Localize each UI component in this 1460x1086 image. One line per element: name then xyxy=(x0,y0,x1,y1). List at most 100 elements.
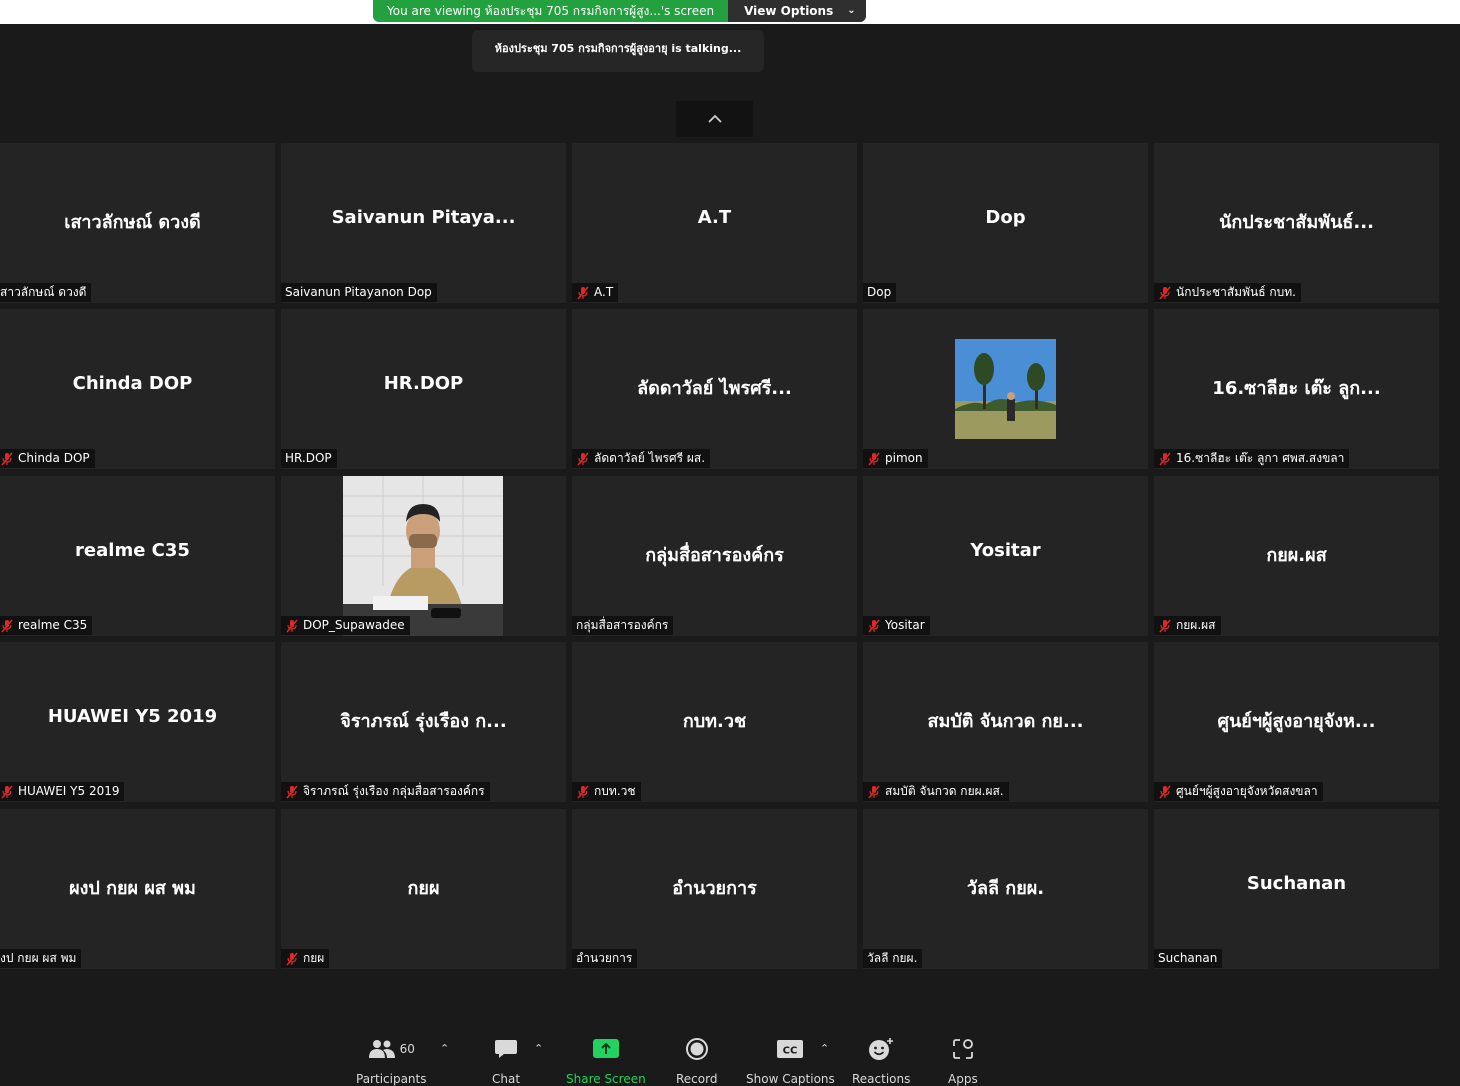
participant-name-display: กลุ่มสื่อสารองค์กร xyxy=(645,545,784,566)
talking-notice: ห้องประชุม 705 กรมกิจการผู้สูงอายุ is ta… xyxy=(472,30,764,72)
participant-name-display: วัลลี กยผ. xyxy=(966,878,1045,899)
participant-tile[interactable]: กบท.วช กบท.วช xyxy=(572,642,857,802)
muted-mic-icon xyxy=(1,785,13,798)
captions-options-caret[interactable]: ⌃ xyxy=(820,1042,829,1055)
participant-tile[interactable]: HR.DOP HR.DOP xyxy=(281,309,566,469)
record-button[interactable]: Record xyxy=(676,1036,717,1086)
muted-mic-icon xyxy=(1159,452,1171,465)
muted-mic-icon xyxy=(577,785,589,798)
participants-count: 60 xyxy=(399,1042,415,1056)
participant-name-label: Saivanun Pitayanon Dop xyxy=(281,283,437,302)
participant-tile[interactable]: Yositar Yositar xyxy=(863,476,1148,636)
participant-tile[interactable]: DOP_Supawadee xyxy=(281,476,566,636)
cc-text: CC xyxy=(783,1046,798,1057)
participant-tile[interactable]: กยผ.ผส กยผ.ผส xyxy=(1154,476,1439,636)
participant-name-display: กยผ xyxy=(407,878,440,899)
participant-name-text: Chinda DOP xyxy=(18,451,90,465)
muted-mic-icon xyxy=(286,952,298,965)
apps-button[interactable]: Apps xyxy=(948,1036,978,1086)
participant-name-label: Yositar xyxy=(863,616,930,635)
participant-name-display: HR.DOP xyxy=(383,373,464,394)
participant-tile[interactable]: อำนวยการ อำนวยการ xyxy=(572,809,857,969)
view-options-button[interactable]: View Options ⌄ xyxy=(728,0,866,22)
participant-name-label: งป กยผ ผส พม xyxy=(0,949,82,968)
participant-tile[interactable]: HUAWEI Y5 2019 HUAWEI Y5 2019 xyxy=(0,642,275,802)
muted-mic-icon xyxy=(1159,619,1171,632)
participant-name-text: HUAWEI Y5 2019 xyxy=(18,784,120,798)
participants-button[interactable]: 60 Participants xyxy=(356,1036,427,1086)
participant-name-label: กบท.วช xyxy=(572,782,641,801)
participant-name-label: ลัดดาวัลย์ ไพรศรี ผส. xyxy=(572,449,711,468)
viewing-screen-text: You are viewing ห้องประชุม 705 กรมกิจการ… xyxy=(373,0,729,22)
participants-options-caret[interactable]: ⌃ xyxy=(440,1042,449,1055)
participant-name-label: 16.ซาลีฮะ เต๊ะ ลูกา ศพส.สงขลา xyxy=(1154,449,1350,468)
participant-name-display: 16.ซาลีฮะ เต๊ะ ลูก... xyxy=(1212,378,1381,399)
participant-name-display: กยผ.ผส xyxy=(1266,545,1327,566)
participant-name-text: realme C35 xyxy=(18,618,88,632)
participant-name-display: Suchanan xyxy=(1246,873,1347,894)
participant-name-display: ศูนย์ฯผู้สูงอายุจังห... xyxy=(1217,711,1376,732)
muted-mic-icon xyxy=(1159,785,1171,798)
reactions-button[interactable]: Reactions xyxy=(852,1036,910,1086)
chat-button[interactable]: Chat xyxy=(492,1036,520,1086)
participant-name-label: pimon xyxy=(863,449,928,468)
participant-tile[interactable]: 16.ซาลีฮะ เต๊ะ ลูก... 16.ซาลีฮะ เต๊ะ ลูกา… xyxy=(1154,309,1439,469)
muted-mic-icon xyxy=(577,286,589,299)
participant-name-label: นักประชาสัมพันธ์ กบท. xyxy=(1154,283,1301,302)
participant-tile[interactable]: ลัดดาวัลย์ ไพรศรี... ลัดดาวัลย์ ไพรศรี ผส… xyxy=(572,309,857,469)
apps-icon xyxy=(952,1039,973,1059)
participant-name-text: กยผ.ผส xyxy=(1176,618,1216,632)
participant-name-text: นักประชาสัมพันธ์ กบท. xyxy=(1176,285,1296,299)
participant-tile[interactable]: Chinda DOP Chinda DOP xyxy=(0,309,275,469)
participant-name-text: ลัดดาวัลย์ ไพรศรี ผส. xyxy=(594,451,706,465)
participant-name-text: สมบัติ จันกวด กยผ.ผส. xyxy=(885,784,1004,798)
share-screen-button[interactable]: Share Screen xyxy=(566,1036,646,1086)
participant-tile[interactable]: pimon xyxy=(863,309,1148,469)
participant-name-label: วัลลี กยผ. xyxy=(863,949,923,968)
participant-name-label: สมบัติ จันกวด กยผ.ผส. xyxy=(863,782,1009,801)
participant-name-text: งป กยผ ผส พม xyxy=(0,951,77,965)
participant-tile[interactable]: กยผ กยผ xyxy=(281,809,566,969)
participant-name-text: DOP_Supawadee xyxy=(303,618,405,632)
participant-tile[interactable]: กลุ่มสื่อสารองค์กร กลุ่มสื่อสารองค์กร xyxy=(572,476,857,636)
reactions-icon xyxy=(869,1038,894,1060)
participant-tile[interactable]: ศูนย์ฯผู้สูงอายุจังห... ศูนย์ฯผู้สูงอายุจ… xyxy=(1154,642,1439,802)
participant-video xyxy=(343,476,503,636)
participant-name-label: Chinda DOP xyxy=(0,449,95,468)
participant-name-text: pimon xyxy=(885,451,923,465)
participant-name-text: จิราภรณ์ รุ่งเรือง กลุ่มสื่อสารองค์กร xyxy=(303,784,485,798)
participant-name-text: Yositar xyxy=(885,618,925,632)
chat-label: Chat xyxy=(492,1072,521,1086)
muted-mic-icon xyxy=(577,452,589,465)
apps-label: Apps xyxy=(948,1072,978,1086)
participant-tile[interactable]: เสาวลักษณ์ ดวงดี สาวลักษณ์ ดวงดี xyxy=(0,143,275,303)
collapse-thumbnails-button[interactable] xyxy=(676,101,753,137)
participant-name-text: วัลลี กยผ. xyxy=(867,951,918,965)
participant-name-text: อำนวยการ xyxy=(576,951,633,965)
participant-name-label: HUAWEI Y5 2019 xyxy=(0,782,125,801)
participant-tile[interactable]: Dop Dop xyxy=(863,143,1148,303)
share-screen-label: Share Screen xyxy=(566,1072,646,1086)
participant-tile[interactable]: ผงป กยผ ผส พม งป กยผ ผส พม xyxy=(0,809,275,969)
participant-tile[interactable]: นักประชาสัมพันธ์... นักประชาสัมพันธ์ กบท. xyxy=(1154,143,1439,303)
muted-mic-icon xyxy=(868,452,880,465)
participant-tile[interactable]: จิราภรณ์ รุ่งเรือง ก... จิราภรณ์ รุ่งเรือ… xyxy=(281,642,566,802)
chat-options-caret[interactable]: ⌃ xyxy=(534,1042,543,1055)
participant-tile[interactable]: สมบัติ จันกวด กย... สมบัติ จันกวด กยผ.ผส. xyxy=(863,642,1148,802)
participant-tile[interactable]: Suchanan Suchanan xyxy=(1154,809,1439,969)
participant-name-text: กยผ xyxy=(303,951,325,965)
participant-name-text: HR.DOP xyxy=(285,451,332,465)
participant-tile[interactable]: วัลลี กยผ. วัลลี กยผ. xyxy=(863,809,1148,969)
participant-name-label: A.T xyxy=(572,283,619,302)
participant-name-text: Dop xyxy=(867,285,892,299)
participant-tile[interactable]: Saivanun Pitaya... Saivanun Pitayanon Dop xyxy=(281,143,566,303)
participant-name-label: realme C35 xyxy=(0,616,93,635)
participants-label: Participants xyxy=(356,1072,427,1086)
participant-name-display: Saivanun Pitaya... xyxy=(331,207,516,228)
participants-icon xyxy=(368,1040,395,1058)
participant-name-display: นักประชาสัมพันธ์... xyxy=(1219,212,1374,233)
participant-tile[interactable]: realme C35 realme C35 xyxy=(0,476,275,636)
participant-tile[interactable]: A.T A.T xyxy=(572,143,857,303)
participant-name-text: A.T xyxy=(594,285,614,299)
muted-mic-icon xyxy=(868,785,880,798)
